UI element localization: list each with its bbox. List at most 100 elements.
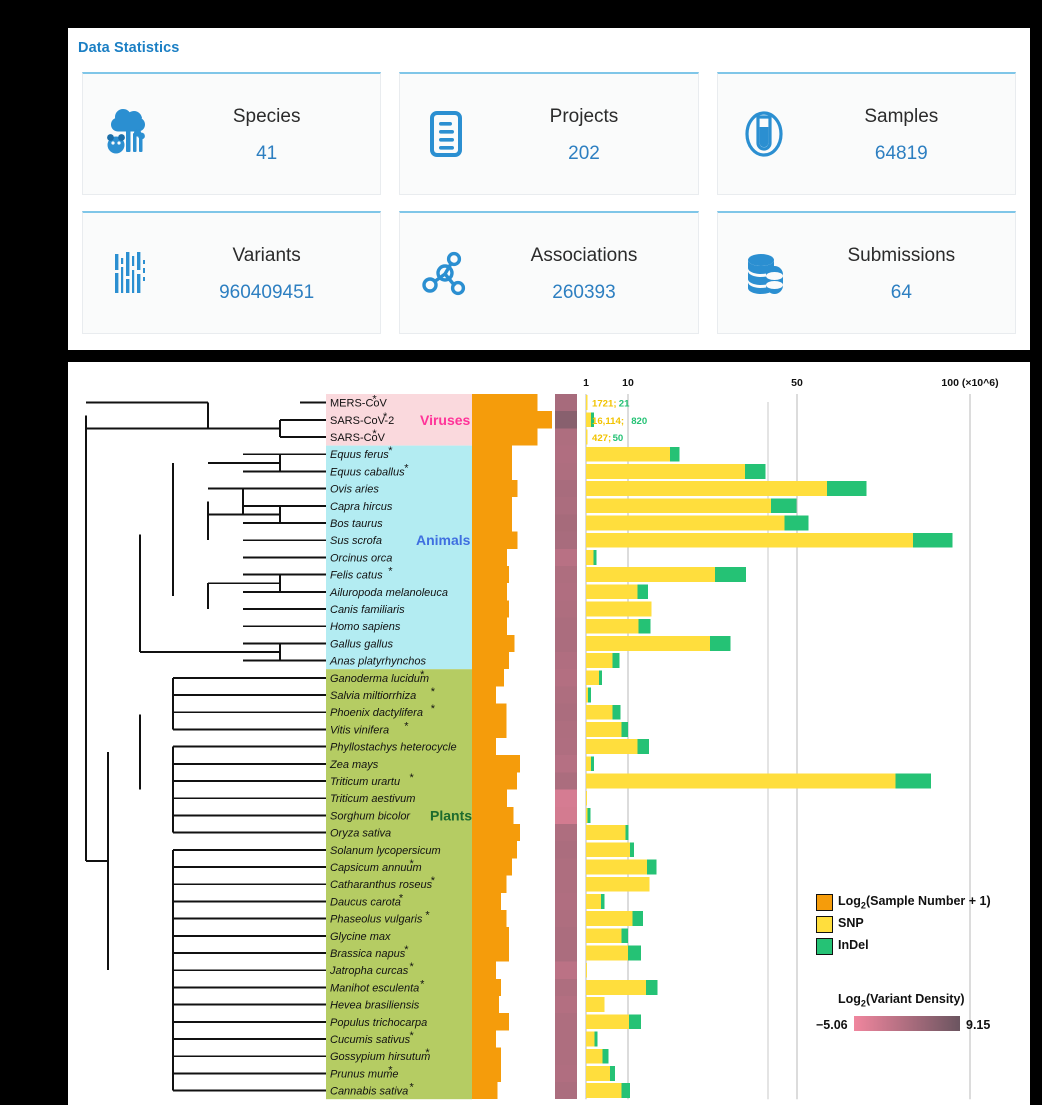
stat-label: Submissions — [847, 245, 956, 267]
sample-bar — [472, 480, 518, 498]
virus-indel-count: 21 — [619, 399, 630, 410]
species-label: Capra hircus — [330, 501, 393, 513]
sample-bar — [472, 789, 508, 807]
indel-bar — [646, 980, 658, 995]
test-tube-icon — [718, 107, 810, 161]
dna-barcode-icon — [83, 246, 175, 300]
snp-bar — [586, 532, 913, 548]
heatmap-cell — [555, 566, 577, 584]
sample-bar — [472, 961, 496, 979]
sample-bar — [472, 686, 496, 704]
colorbar-gradient — [854, 1016, 960, 1031]
snp-bar — [586, 670, 599, 686]
new-species-asterisk: * — [388, 1064, 393, 1076]
sample-bar — [472, 703, 507, 721]
indel-bar — [602, 1048, 609, 1064]
species-label: Phaseolus vulgaris — [330, 914, 423, 926]
heatmap-cell — [555, 531, 577, 549]
virus-indel-count: 50 — [613, 433, 624, 444]
snp-bar — [586, 1014, 629, 1030]
stat-card-species[interactable]: Species 41 — [82, 72, 382, 195]
species-label: Zea mays — [329, 759, 379, 771]
new-species-asterisk: * — [431, 686, 436, 698]
indel-bar — [647, 859, 657, 875]
stat-value: 202 — [568, 142, 600, 164]
colorbar-title: Log2(Variant Density) — [838, 992, 965, 1009]
indel-bar — [629, 1014, 642, 1030]
group-label-plants: Plants — [430, 807, 472, 823]
snp-bar — [586, 550, 594, 565]
stat-card-variants[interactable]: Variants 960409451 — [82, 211, 382, 334]
new-species-asterisk: * — [399, 892, 404, 904]
stat-label: Associations — [530, 245, 638, 267]
heatmap-cell — [555, 806, 577, 824]
snp-bar — [586, 618, 639, 634]
species-label: Capsicum annuum — [330, 862, 422, 874]
snp-bar — [586, 515, 785, 531]
heatmap-cell — [555, 772, 577, 790]
stat-card-samples[interactable]: Samples 64819 — [716, 72, 1016, 195]
sample-bar — [472, 738, 496, 756]
stat-card-associations[interactable]: Associations 260393 — [399, 211, 699, 334]
indel-bar — [612, 704, 621, 720]
phylogeny-figure-panel: MERS-CoV * SARS-CoV-2 * SARS-CoV * Equus ferus… — [68, 362, 1030, 1105]
species-label: Equus caballus — [330, 466, 405, 478]
sample-bar — [472, 720, 507, 738]
axis-tick-label: 50 — [791, 377, 803, 389]
sample-bar — [472, 634, 515, 652]
snp-bar — [586, 481, 827, 496]
stat-card-projects[interactable]: Projects 202 — [399, 72, 699, 195]
species-label: Ailuropoda melanoleuca — [329, 587, 448, 599]
heatmap-cell — [555, 600, 577, 618]
heatmap-cell — [555, 841, 577, 859]
species-label: Populus trichocarpa — [330, 1017, 427, 1029]
species-label: Sus scrofa — [330, 535, 382, 547]
virus-count-annotations: 1721; 21 16,114; 820 427; 50 — [592, 399, 647, 444]
database-stack-icon — [718, 246, 810, 300]
sample-number-bars — [472, 394, 552, 1100]
indel-bar — [629, 842, 635, 858]
new-species-asterisk: * — [372, 394, 377, 406]
snp-bar — [586, 894, 602, 909]
heatmap-cell — [555, 875, 577, 893]
stat-card-submissions[interactable]: Submissions 64 — [716, 211, 1016, 334]
new-species-asterisk: * — [388, 445, 393, 457]
heatmap-cell — [555, 445, 577, 463]
indel-bar — [621, 928, 629, 944]
virus-snp-count: 1721; — [592, 399, 617, 410]
sample-bar — [472, 841, 517, 859]
sample-bar — [472, 858, 512, 876]
snp-bar — [586, 498, 771, 514]
indel-bar — [587, 808, 591, 823]
legend-label-snp: SNP — [838, 916, 864, 930]
stat-label: Variants — [232, 245, 301, 267]
species-label: Daucus carota — [330, 896, 401, 908]
species-label: Phoenix dactylifera — [330, 707, 423, 719]
species-label: Manihot esculenta — [330, 982, 419, 994]
snp-bar — [586, 446, 670, 462]
species-label: Bos taurus — [330, 518, 383, 530]
snp-bar — [586, 636, 710, 651]
heatmap-cell — [555, 497, 577, 515]
new-species-asterisk: * — [410, 1082, 415, 1094]
heatmap-cell — [555, 1030, 577, 1048]
stat-value: 260393 — [552, 281, 616, 303]
indel-bar — [610, 1066, 616, 1081]
indel-bar — [621, 722, 629, 737]
legend-label-indel: InDel — [838, 938, 869, 952]
snp-bar — [586, 911, 633, 926]
heatmap-cell — [555, 1064, 577, 1082]
legend-swatch-snp — [816, 916, 833, 933]
indel-bar — [593, 550, 597, 565]
sample-bar — [472, 772, 517, 790]
species-label: Sorghum bicolor — [330, 810, 411, 822]
sample-bar — [472, 669, 504, 687]
stats-card-grid: Species 41 Projects 202 Samples 64819 Va… — [82, 72, 1016, 334]
indel-bar — [784, 515, 809, 531]
new-species-asterisk: * — [383, 411, 388, 423]
species-label: Canis familiaris — [330, 604, 405, 616]
heatmap-cell — [555, 1082, 577, 1100]
sample-bar — [472, 875, 507, 893]
snp-bar — [586, 859, 648, 875]
indel-bar — [715, 567, 746, 582]
